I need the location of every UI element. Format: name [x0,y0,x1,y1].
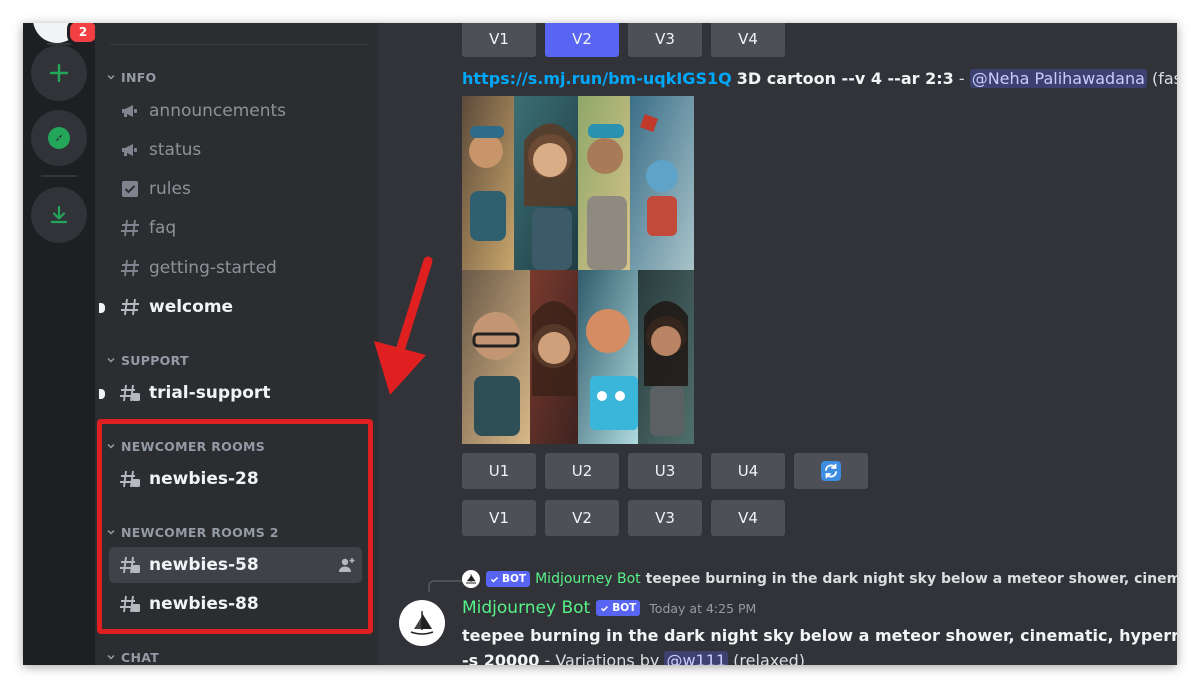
channel-name: welcome [149,297,234,317]
reroll-button[interactable] [794,453,868,489]
highlight-box [97,419,373,634]
plus-icon [49,63,69,83]
image-link[interactable]: https://s.mj.run/bm-uqkIGS1Q [462,69,732,88]
u3-button[interactable]: U3 [628,453,702,489]
message-author[interactable]: Midjourney Bot [462,598,590,618]
compass-icon [48,127,70,149]
category-label: CHAT [121,649,160,665]
v4-button[interactable]: V4 [711,23,785,57]
message-line-1: teepee burning in the dark night sky bel… [462,626,1177,645]
chat-area: V1 V2 V3 V4 https://s.mj.run/bm-uqkIGS1Q… [378,23,1177,665]
rail-divider-2 [41,175,77,177]
category-support[interactable]: SUPPORT [105,351,189,369]
forum-hash-icon [120,384,140,402]
user-mention[interactable]: @Neha Palihawadana [969,69,1147,88]
mini-avatar [462,570,480,588]
category-info[interactable]: INFO [105,68,156,86]
download-icon [50,205,68,224]
megaphone-icon [122,144,137,156]
hash-icon [121,219,139,237]
chevron-down-icon [107,357,115,363]
category-label: SUPPORT [121,352,189,368]
add-server-button[interactable] [31,45,87,101]
reply-reference[interactable]: BOT Midjourney Bot teepee burning in the… [462,570,1177,588]
message-timestamp: Today at 4:25 PM [649,600,757,616]
message-header: Midjourney Bot BOT Today at 4:25 PM [462,598,756,618]
sailboat-icon [466,574,476,584]
message-body: teepee burning in the dark night sky bel… [462,623,1177,665]
channel-name: announcements [149,101,287,121]
v3-button[interactable]: V3 [628,23,702,57]
prompt-text: 3D cartoon --v 4 --ar 2:3 [736,69,954,88]
unread-indicator [99,303,105,313]
user-mention[interactable]: @w111 [664,651,729,665]
top-variation-buttons: V1 V2 V3 V4 [462,23,785,57]
category-label: INFO [121,69,157,85]
channel-trial-support[interactable]: trial-support [109,375,362,411]
check-icon [490,576,499,583]
channel-name: status [149,140,202,160]
upscale-buttons: U1 U2 U3 U4 [462,453,868,489]
mode-label: (relaxed) [728,651,805,665]
reply-text: teepee burning in the dark night sky bel… [645,571,1177,587]
reply-author[interactable]: Midjourney Bot [535,571,641,587]
seed-text: -s 20000 [462,651,540,665]
channel-announcements[interactable]: announcements [109,93,362,129]
badge-label: BOT [502,573,527,585]
check-icon [601,605,609,612]
channel-status[interactable]: status [109,132,362,168]
red-arrow-icon [374,256,433,395]
channel-name: faq [149,218,177,238]
bot-badge: BOT [596,600,641,616]
hash-icon [121,298,139,316]
v3-button[interactable]: V3 [628,500,702,536]
u1-button[interactable]: U1 [462,453,536,489]
chevron-down-icon [107,74,115,80]
refresh-icon [821,461,841,481]
variations-by: - Variations by [539,651,665,665]
mode-label: (fast) [1152,69,1177,88]
v1-button[interactable]: V1 [462,23,536,57]
image-grid-preview [462,96,694,444]
badge-label: BOT [612,602,637,614]
v4-button[interactable]: V4 [711,500,785,536]
checkbox-icon [122,181,138,197]
u4-button[interactable]: U4 [711,453,785,489]
megaphone-icon [122,105,137,117]
channel-faq[interactable]: faq [109,210,362,246]
v2-button[interactable]: V2 [545,23,619,57]
chevron-down-icon [107,654,115,660]
message-line-2: -s 20000 - Variations by @w111 (relaxed) [462,648,1177,665]
channel-getting-started[interactable]: getting-started [109,250,362,286]
v1-button[interactable]: V1 [462,500,536,536]
channel-name: trial-support [149,383,271,403]
variation-buttons: V1 V2 V3 V4 [462,500,785,536]
channel-name: rules [149,179,191,199]
bot-avatar[interactable] [399,600,445,646]
category-chat[interactable]: CHAT [105,648,159,665]
prompt-line: https://s.mj.run/bm-uqkIGS1Q 3D cartoon … [462,69,1177,88]
u2-button[interactable]: U2 [545,453,619,489]
channel-welcome[interactable]: welcome [109,289,362,325]
image-grid[interactable] [462,96,694,444]
explore-servers-button[interactable] [31,110,87,166]
channel-name: getting-started [149,258,277,278]
download-apps-button[interactable] [31,187,87,243]
unread-indicator [99,389,105,399]
v2-button[interactable]: V2 [545,500,619,536]
server-rail: 2 [23,23,99,665]
prompt-separator: - [953,69,970,88]
hash-icon [121,259,139,277]
channel-rules[interactable]: rules [109,171,362,207]
bot-badge: BOT [486,571,531,587]
sailboat-icon [410,611,434,635]
sidebar-divider [110,44,368,45]
